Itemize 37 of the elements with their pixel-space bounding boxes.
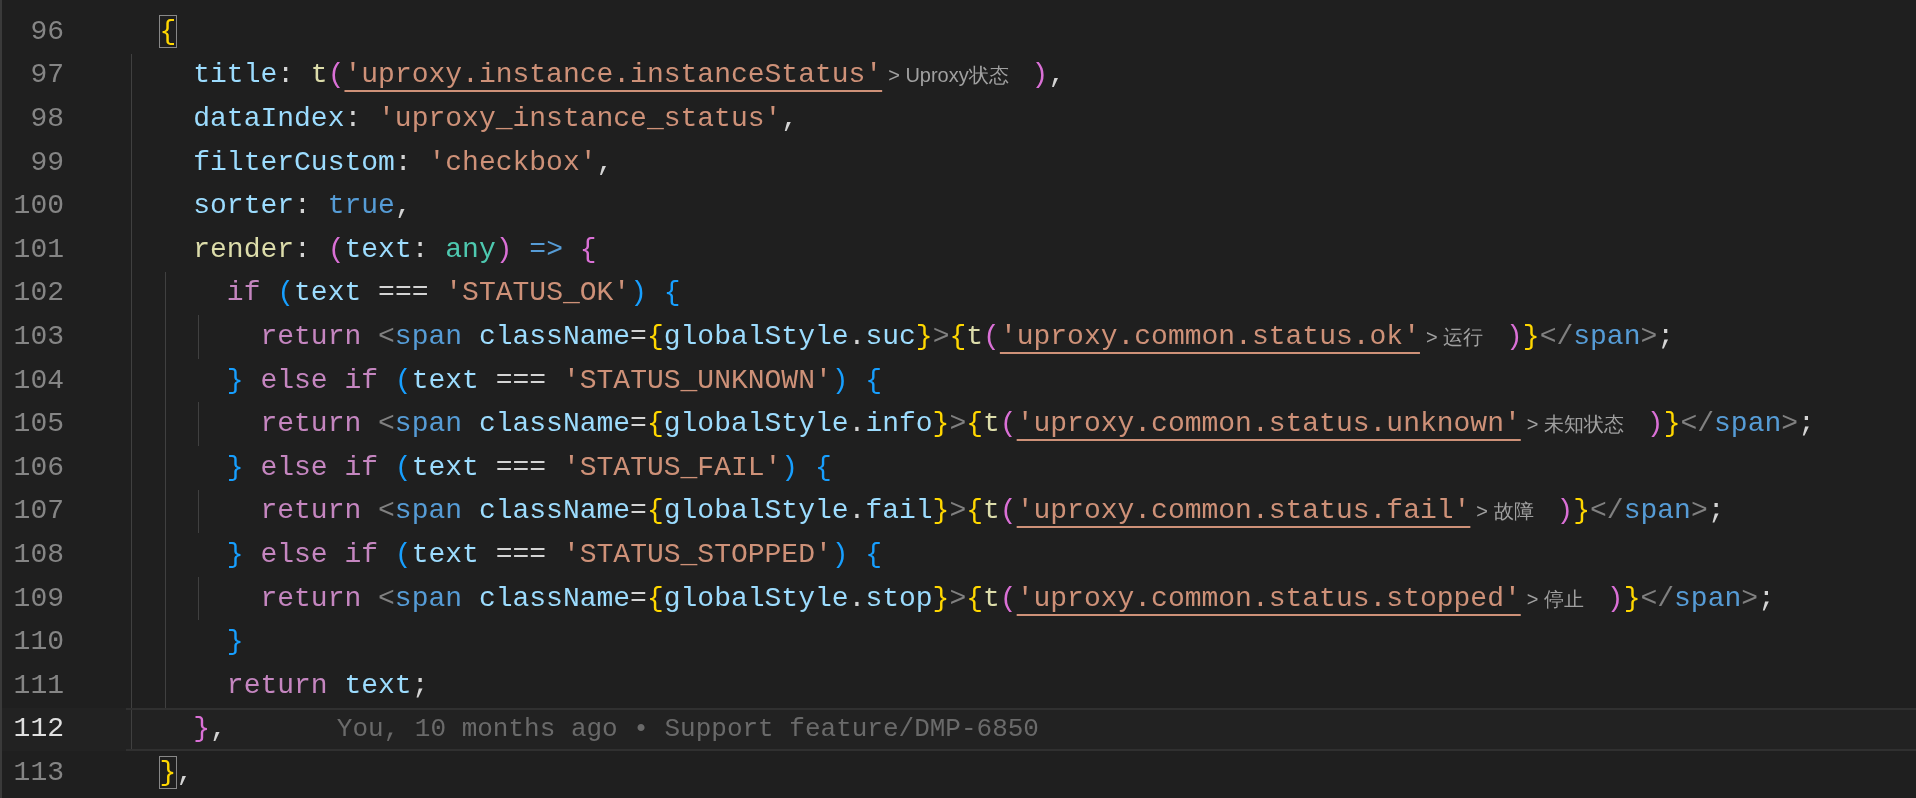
line-number: 102 xyxy=(12,279,64,308)
line-number: 96 xyxy=(29,17,64,46)
line-number: 103 xyxy=(12,322,64,351)
line-number: 108 xyxy=(12,540,64,569)
code-line: return <span className={globalStyle.fail}>{t('uproxy.common.status.fail' > 故障 )}</span>; xyxy=(259,497,1725,526)
line-number: 99 xyxy=(29,148,64,177)
line-number: 100 xyxy=(12,192,64,221)
code-line: }, xyxy=(158,758,194,787)
line-number: 105 xyxy=(12,410,64,439)
code-line: return <span className={globalStyle.suc}>{t('uproxy.common.status.ok' > 运行 )}</span>; xyxy=(259,322,1675,351)
line-number: 101 xyxy=(12,235,64,264)
line-number: 110 xyxy=(12,628,64,657)
code-line: return text; xyxy=(225,671,429,700)
line-number: 109 xyxy=(12,584,64,613)
blame-annotation: You, 10 months ago • Support feature/DMP-6850 xyxy=(336,716,1039,743)
code-line: sorter: true, xyxy=(192,192,412,221)
code-line: return <span className={globalStyle.info}>{t('uproxy.common.status.unknown' > 未知状态 )}</span>; xyxy=(259,410,1815,439)
code-line: if (text === 'STATUS_OK') { xyxy=(225,279,681,308)
code-line: filterCustom: 'checkbox', xyxy=(192,148,614,177)
line-number: 111 xyxy=(12,671,64,700)
code-line: } xyxy=(225,628,244,657)
code-line: dataIndex: 'uproxy_instance_status', xyxy=(192,105,799,133)
line-number: 107 xyxy=(12,497,64,526)
line-number: 113 xyxy=(12,758,64,787)
line-number: 98 xyxy=(29,105,64,133)
code-line: } else if (text === 'STATUS_STOPPED') { xyxy=(225,540,883,569)
code-line: } else if (text === 'STATUS_FAIL') { xyxy=(225,453,832,482)
code-line: title: t('uproxy.instance.instanceStatus' > Uproxy状态 ), xyxy=(192,61,1066,90)
code-line: { xyxy=(158,17,177,46)
code-line: render: (text: any) => { xyxy=(192,235,597,264)
line-number: 106 xyxy=(12,453,64,482)
code-line: } else if (text === 'STATUS_UNKNOWN') { xyxy=(225,366,883,395)
line-number: 97 xyxy=(29,61,64,90)
code-line: return <span className={globalStyle.stop}>{t('uproxy.common.status.stopped' > 停止 )}</span>; xyxy=(259,584,1775,613)
code-line: }, xyxy=(192,715,227,744)
line-number: 104 xyxy=(12,366,64,395)
line-number: 112 xyxy=(12,715,64,744)
